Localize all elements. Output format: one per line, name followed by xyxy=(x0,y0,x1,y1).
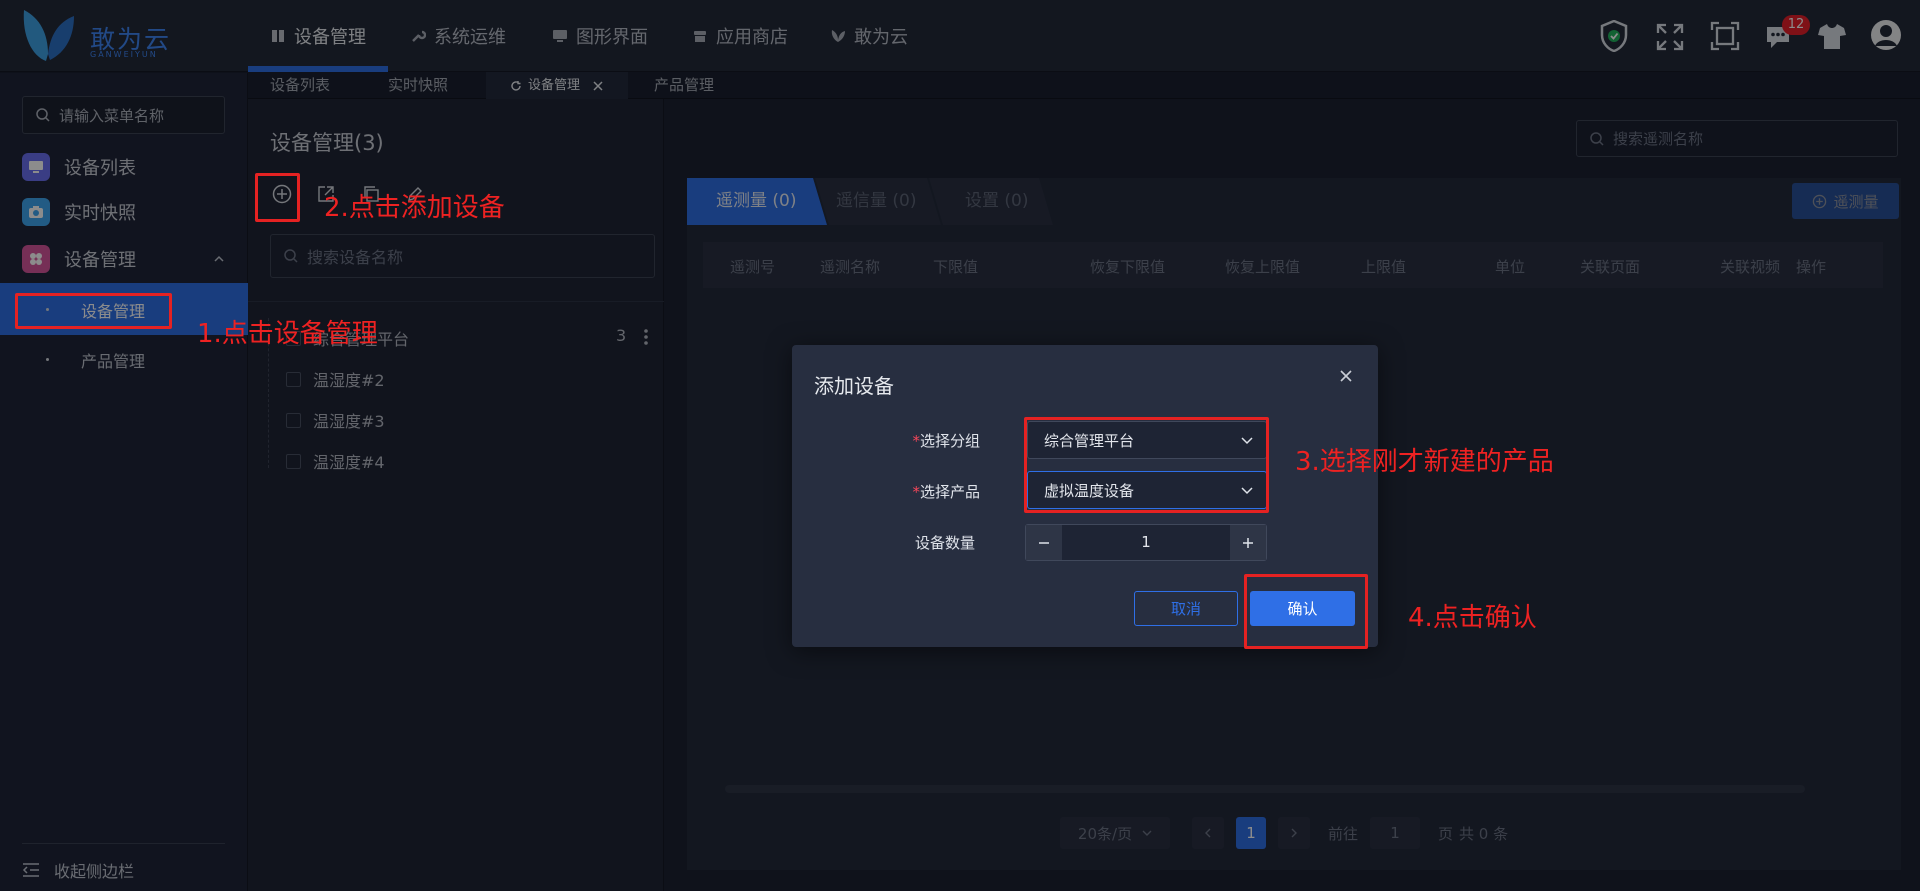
cancel-button[interactable]: 取消 xyxy=(1134,591,1238,626)
annotation-step3: 3.选择刚才新建的产品 xyxy=(1295,447,1554,477)
annotation-box-step3 xyxy=(1024,417,1269,513)
decrement-button[interactable] xyxy=(1026,525,1062,560)
group-field-label: *选择分组 xyxy=(912,432,980,450)
annotation-box-step1 xyxy=(15,293,172,329)
device-count-stepper[interactable]: 1 xyxy=(1025,524,1267,561)
annotation-step1: 1.点击设备管理 xyxy=(197,319,378,349)
dialog-title: 添加设备 xyxy=(814,374,894,398)
device-count-value[interactable]: 1 xyxy=(1062,525,1230,560)
close-icon[interactable] xyxy=(1336,366,1356,386)
annotation-step4: 4.点击确认 xyxy=(1408,603,1537,633)
minus-icon xyxy=(1039,541,1049,544)
increment-button[interactable] xyxy=(1230,525,1266,560)
count-field-label: 设备数量 xyxy=(914,534,975,552)
annotation-box-step4 xyxy=(1244,574,1368,649)
annotation-step2: 2.点击添加设备 xyxy=(324,193,505,223)
annotation-box-step2 xyxy=(255,173,300,222)
plus-icon xyxy=(1243,537,1253,548)
app-window: 敢为云 GANWEIYUN 设备管理 系统运维 图形界面 应用商店 敢为云 12 xyxy=(0,0,1920,891)
product-field-label: *选择产品 xyxy=(912,483,980,501)
